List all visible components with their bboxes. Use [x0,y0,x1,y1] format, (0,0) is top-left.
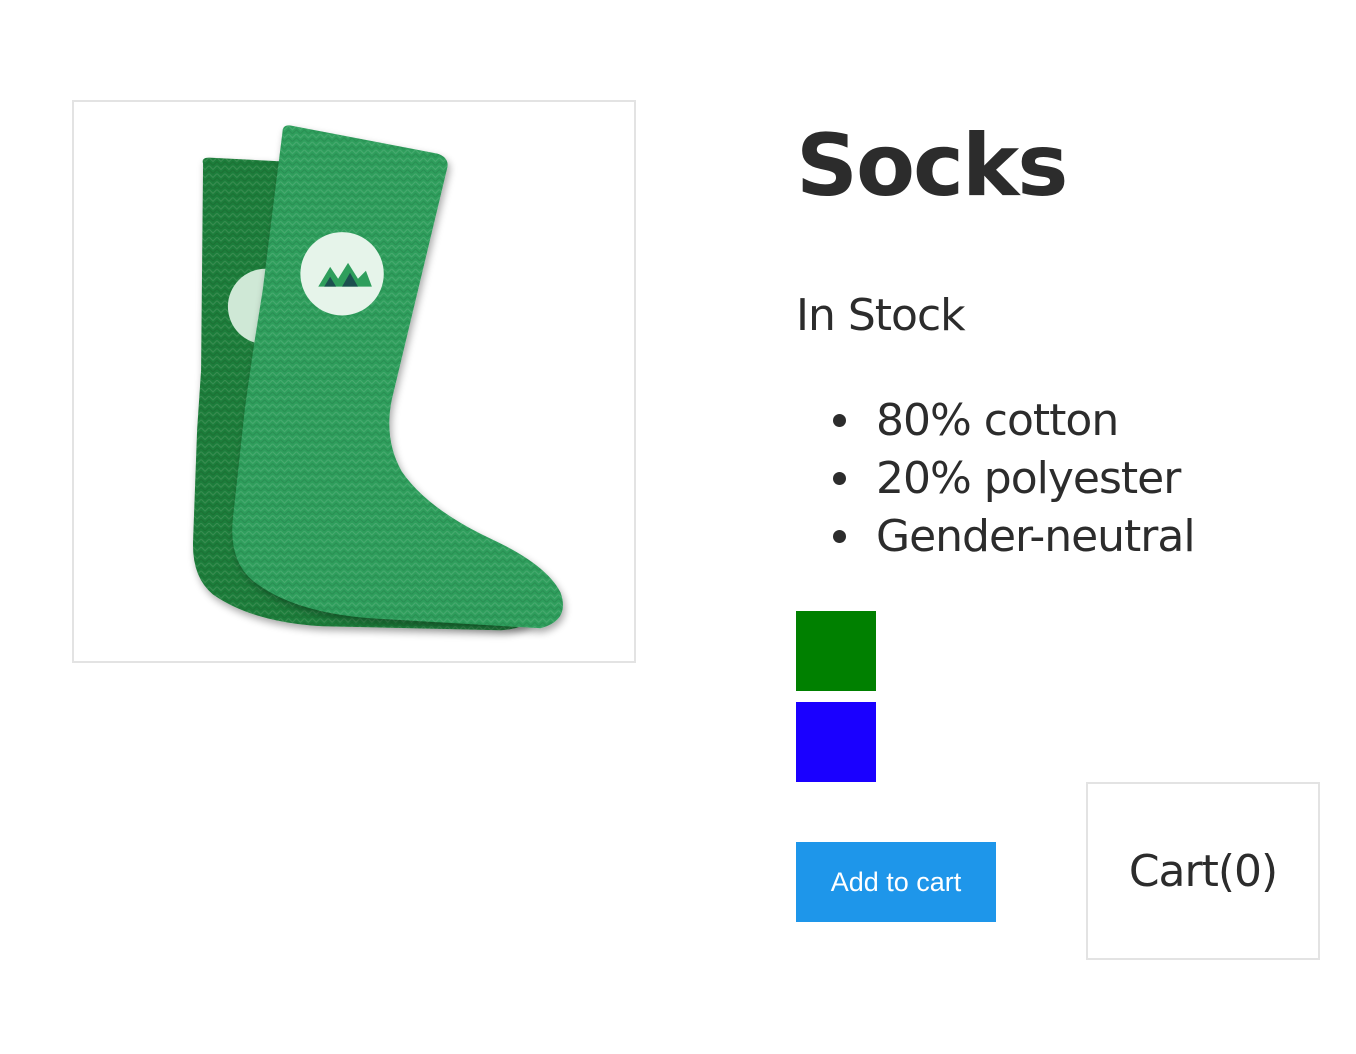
product-details-list: 80% cotton 20% polyester Gender-neutral [796,392,1196,566]
stock-status: In Stock [796,290,966,341]
product-title: Socks [796,116,1068,216]
detail-item: 80% cotton [796,392,1195,450]
bullet-icon [833,530,846,543]
product-page: Socks In Stock 80% cotton 20% polyester … [0,0,1356,1054]
detail-item-text: 20% polyester [876,453,1181,504]
detail-item-text: 80% cotton [876,395,1119,446]
color-swatch-blue[interactable] [796,702,876,782]
cart-counter: Cart(0) [1086,782,1320,960]
cart-label: Cart(0) [1128,845,1278,897]
bullet-icon [833,414,846,427]
detail-item: 20% polyester [796,450,1195,508]
detail-item-text: Gender-neutral [876,511,1196,562]
socks-image [192,125,564,631]
bullet-icon [833,472,846,485]
add-to-cart-button[interactable]: Add to cart [796,842,996,922]
color-swatch-green[interactable] [796,611,876,691]
detail-item: Gender-neutral [796,508,1196,566]
product-image [72,100,636,663]
